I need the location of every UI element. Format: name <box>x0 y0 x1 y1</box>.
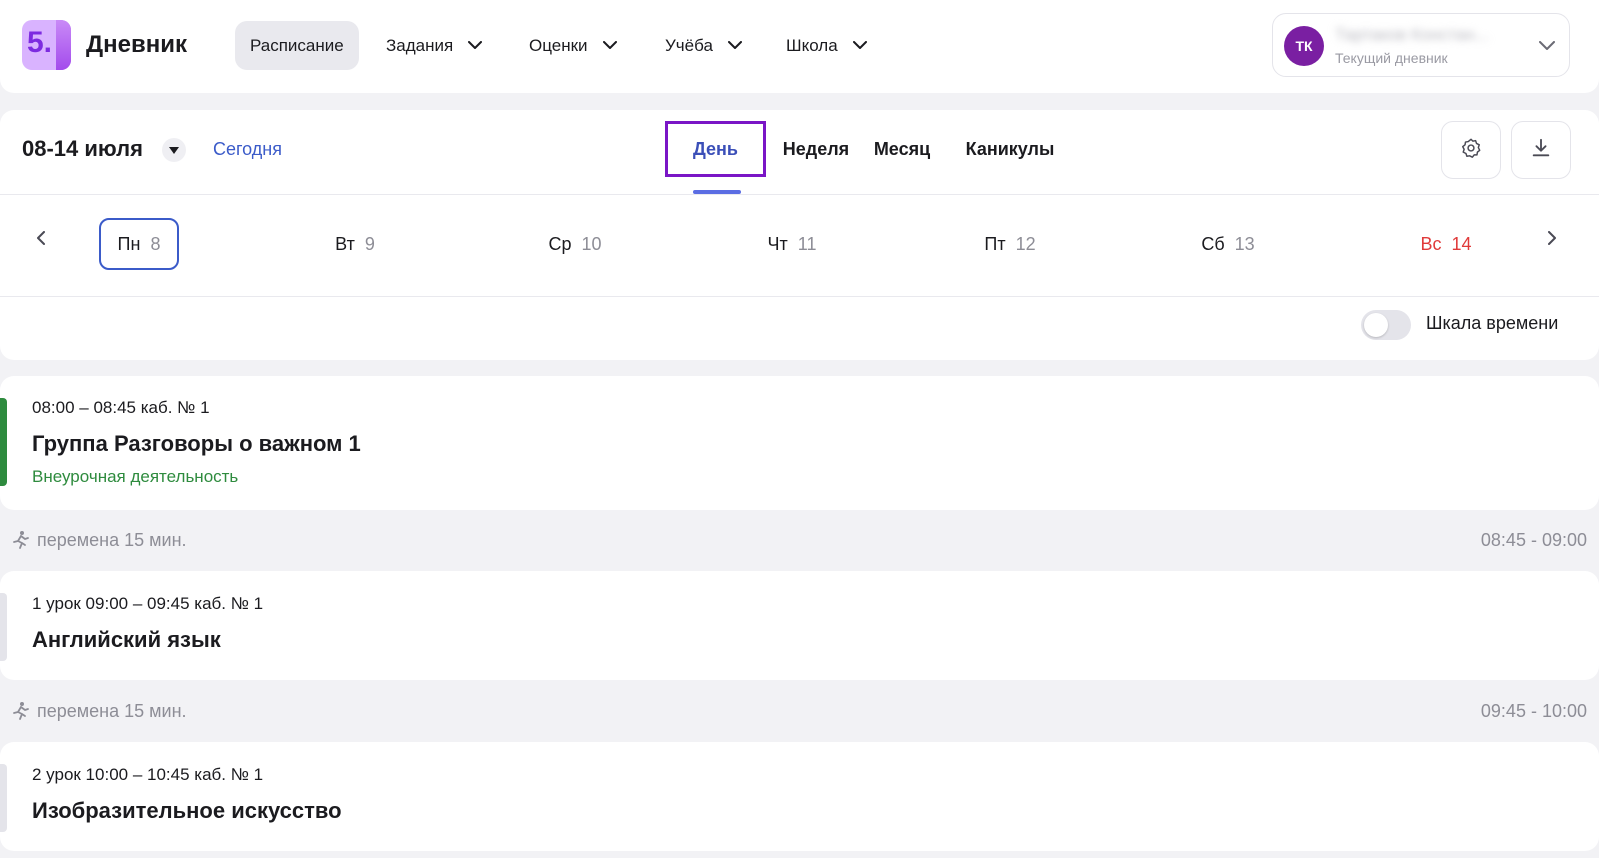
day-name: Вт <box>335 233 355 254</box>
logo-stripe <box>56 20 71 70</box>
chevron-down-icon <box>852 38 868 54</box>
day-number: 13 <box>1234 233 1255 254</box>
next-week-button[interactable] <box>1540 228 1564 252</box>
break-row: перемена 15 мин. 08:45 - 09:00 <box>0 524 1599 558</box>
lesson-title: Группа Разговоры о важном 1 <box>32 431 361 456</box>
lesson-card[interactable]: 08:00 – 08:45 каб. № 1 Группа Разговоры … <box>0 376 1599 510</box>
previous-week-button[interactable] <box>28 228 52 252</box>
break-duration: перемена 15 мин. <box>37 701 187 721</box>
day-number: 9 <box>364 233 375 254</box>
day-sunday[interactable]: Вс 14 <box>1406 218 1486 270</box>
day-number: 10 <box>581 233 602 254</box>
break-time: 08:45 - 09:00 <box>1480 530 1587 550</box>
break-time: 09:45 - 10:00 <box>1480 701 1587 721</box>
nav-item-grades[interactable]: Оценки <box>529 21 618 70</box>
toggle-knob <box>1364 313 1388 337</box>
tab-week[interactable]: Неделя <box>771 121 861 177</box>
schedule-header-card: 08-14 июля Сегодня День Неделя Месяц Кан… <box>0 110 1599 360</box>
profile-subtitle: Текущий дневник <box>1335 50 1448 66</box>
day-name: Пн <box>117 233 141 254</box>
header-divider <box>0 194 1599 195</box>
date-range-label[interactable]: 08-14 июля <box>22 136 143 162</box>
nav-item-study[interactable]: Учёба <box>665 21 743 70</box>
today-link[interactable]: Сегодня <box>213 139 282 160</box>
avatar: ТК <box>1284 26 1324 66</box>
nav-item-label: Задания <box>386 35 454 55</box>
day-thursday[interactable]: Чт 11 <box>752 218 832 270</box>
nav-item-label: Оценки <box>529 35 588 55</box>
nav-item-label: Школа <box>786 35 838 55</box>
lesson-time-room: 08:00 – 08:45 каб. № 1 <box>32 398 210 417</box>
lesson-title: Изобразительное искусство <box>32 798 342 823</box>
settings-button[interactable] <box>1441 121 1501 179</box>
app-brand-title: Дневник <box>86 31 187 58</box>
chevron-left-icon <box>36 230 45 250</box>
chevron-down-icon <box>727 38 743 54</box>
lesson-type: Внеурочная деятельность <box>32 467 239 486</box>
running-person-icon <box>10 701 30 721</box>
day-number: 12 <box>1015 233 1036 254</box>
lesson-accent-bar <box>0 398 7 486</box>
app-logo[interactable]: 5. <box>22 20 71 70</box>
profile-switcher[interactable]: ТК Тартаков Констан... Текущий дневник <box>1272 13 1570 77</box>
lesson-accent-bar <box>0 764 7 832</box>
nav-item-schedule[interactable]: Расписание <box>235 21 359 70</box>
timescale-label: Шкала времени <box>1426 313 1559 333</box>
lesson-time-room: 1 урок 09:00 – 09:45 каб. № 1 <box>32 594 264 613</box>
day-name: Пт <box>984 233 1006 254</box>
day-name: Сб <box>1201 233 1225 254</box>
day-monday[interactable]: Пн 8 <box>99 218 179 270</box>
top-navigation-bar: 5. Дневник Расписание Задания Оценки Учё… <box>0 0 1599 93</box>
date-range-dropdown[interactable] <box>162 138 186 162</box>
day-wednesday[interactable]: Ср 10 <box>535 218 615 270</box>
day-saturday[interactable]: Сб 13 <box>1188 218 1268 270</box>
nav-item-assignments[interactable]: Задания <box>386 21 483 70</box>
gear-icon <box>1460 137 1482 164</box>
tab-day[interactable]: День <box>665 121 766 177</box>
caret-down-icon <box>169 141 179 159</box>
lesson-title: Английский язык <box>32 627 221 652</box>
break-row: перемена 15 мин. 09:45 - 10:00 <box>0 695 1599 729</box>
days-divider <box>0 296 1599 297</box>
profile-name: Тартаков Констан... <box>1335 25 1489 44</box>
tab-month[interactable]: Месяц <box>870 121 934 177</box>
day-tuesday[interactable]: Вт 9 <box>315 218 395 270</box>
nav-item-school[interactable]: Школа <box>786 21 868 70</box>
tab-holidays[interactable]: Каникулы <box>962 121 1058 177</box>
break-duration: перемена 15 мин. <box>37 530 187 550</box>
day-name: Вс <box>1420 233 1442 254</box>
day-number: 8 <box>150 233 161 254</box>
chevron-down-icon <box>602 38 618 54</box>
chevron-down-icon <box>1539 38 1555 56</box>
download-icon <box>1530 137 1552 164</box>
day-number: 14 <box>1451 233 1472 254</box>
lesson-card[interactable]: 2 урок 10:00 – 10:45 каб. № 1 Изобразите… <box>0 742 1599 851</box>
day-friday[interactable]: Пт 12 <box>970 218 1050 270</box>
day-name: Чт <box>767 233 788 254</box>
timescale-toggle[interactable] <box>1361 310 1411 340</box>
lesson-card[interactable]: 1 урок 09:00 – 09:45 каб. № 1 Английский… <box>0 571 1599 680</box>
logo-text: 5. <box>27 26 53 59</box>
download-button[interactable] <box>1511 121 1571 179</box>
lesson-accent-bar <box>0 593 7 661</box>
chevron-right-icon <box>1547 230 1557 250</box>
nav-item-label: Расписание <box>250 35 344 55</box>
running-person-icon <box>10 530 30 550</box>
day-name: Ср <box>548 233 572 254</box>
lesson-time-room: 2 урок 10:00 – 10:45 каб. № 1 <box>32 765 264 784</box>
day-number: 11 <box>797 233 817 254</box>
nav-item-label: Учёба <box>665 35 713 55</box>
chevron-down-icon <box>467 38 483 54</box>
